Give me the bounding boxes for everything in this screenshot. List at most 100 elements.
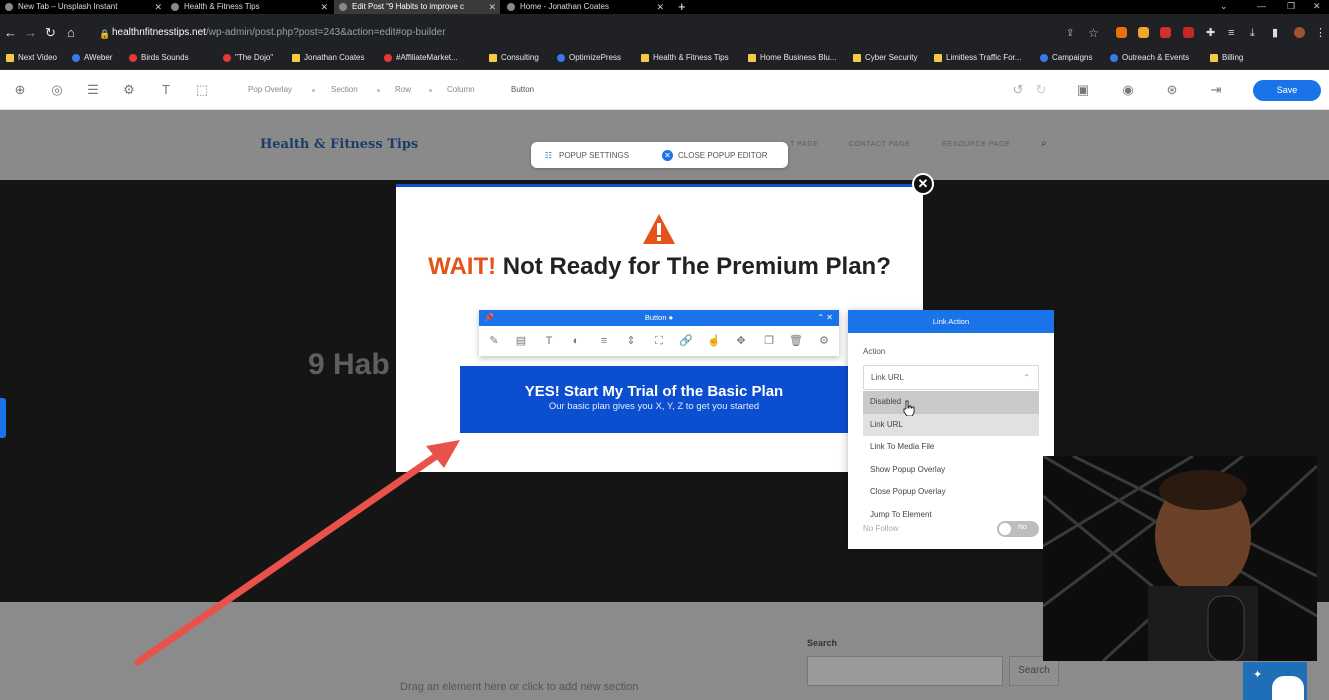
delete-icon[interactable]: 🗑 xyxy=(789,334,803,348)
tab-unsplash[interactable]: New Tab – Unsplash Instant ✕ xyxy=(0,0,166,14)
site-nav-item[interactable]: RESOURCE PAGE xyxy=(942,141,1010,148)
button-element-toolbar: 📌 Button ● ⌃ ✕ ✎ ▤ T ◐ ≡ ⇕ ⛶ 🔗 ☝ ✥ ❐ 🗑 ⚙ xyxy=(479,310,839,356)
extension-icon[interactable] xyxy=(1116,27,1127,38)
align-icon[interactable]: ≡ xyxy=(597,334,611,348)
move-icon[interactable]: ✥ xyxy=(734,334,748,348)
site-info-icon[interactable]: 🔒 xyxy=(99,27,110,41)
share-icon[interactable]: ⇪ xyxy=(1066,27,1074,41)
window-close-icon[interactable]: ✕ xyxy=(1313,0,1321,12)
back-icon[interactable]: ← xyxy=(4,26,17,40)
extension-icon[interactable] xyxy=(1160,27,1171,38)
close-icon[interactable]: ✕ xyxy=(656,0,664,14)
add-element-icon[interactable]: ⊕ xyxy=(12,82,28,98)
reload-icon[interactable]: ↻ xyxy=(45,26,56,40)
magic-wand-icon[interactable]: ✎ xyxy=(487,334,501,348)
image-icon[interactable]: ▤ xyxy=(514,334,528,348)
option-link-url[interactable]: Link URL xyxy=(863,413,1039,436)
close-icon[interactable]: ✕ xyxy=(154,0,162,14)
breadcrumb-column[interactable]: Column xyxy=(447,85,475,95)
bookmark-item[interactable]: Birds Sounds xyxy=(129,52,189,64)
close-popup-editor-button[interactable]: ✕ CLOSE POPUP EDITOR xyxy=(662,150,768,161)
option-link-media[interactable]: Link To Media File xyxy=(863,436,1039,459)
minimize-icon[interactable]: — xyxy=(1257,0,1266,12)
star-icon[interactable]: ☆ xyxy=(1088,26,1099,40)
spacing-icon[interactable]: ⇕ xyxy=(624,334,638,348)
extension-icon[interactable] xyxy=(1183,27,1194,38)
forward-icon[interactable]: → xyxy=(24,26,37,40)
bookmark-item[interactable]: Jonathan Coates xyxy=(292,52,365,64)
option-show-popup[interactable]: Show Popup Overlay xyxy=(863,459,1039,482)
bookmark-item[interactable]: #AffiliateMarket... xyxy=(384,52,458,64)
palette-icon[interactable]: ◐ xyxy=(569,334,583,348)
preview-icon[interactable]: ◉ xyxy=(1120,82,1136,98)
side-panel-tab[interactable] xyxy=(0,398,6,438)
bookmark-item[interactable]: "The Dojo" xyxy=(223,52,273,64)
bookmark-item[interactable]: OptimizePress xyxy=(557,52,621,64)
cta-button[interactable]: YES! Start My Trial of the Basic Plan Ou… xyxy=(460,366,848,433)
bookmark-item[interactable]: Billing xyxy=(1210,52,1243,64)
select-icon[interactable]: ⬚ xyxy=(194,82,210,98)
gear-icon[interactable]: ⚙ xyxy=(121,82,137,98)
close-icon[interactable]: ✕ xyxy=(320,0,328,14)
extension-icon[interactable] xyxy=(1138,27,1149,38)
popup-settings-button[interactable]: ☷ POPUP SETTINGS xyxy=(543,151,629,161)
download-icon[interactable]: ⤓ xyxy=(1250,26,1255,40)
bookmark-item[interactable]: Campaigns xyxy=(1040,52,1092,64)
site-nav-item[interactable]: CONTACT PAGE xyxy=(849,141,910,148)
breadcrumb-section[interactable]: Section xyxy=(331,85,358,95)
menu-icon[interactable]: ⋮ xyxy=(1315,26,1326,40)
button-toolbar-header[interactable]: 📌 Button ● ⌃ ✕ xyxy=(479,310,839,326)
pin-icon[interactable]: 📌 xyxy=(484,310,494,326)
breadcrumb-button[interactable]: Button xyxy=(511,85,534,95)
help-icon[interactable]: ⊛ xyxy=(1164,82,1180,98)
bookmark-item[interactable]: Home Business Blu... xyxy=(748,52,836,64)
puzzle-icon[interactable]: ✚ xyxy=(1206,26,1215,40)
new-tab-button[interactable]: + xyxy=(678,0,686,13)
popup-close-button[interactable]: ✕ xyxy=(912,173,934,195)
link-icon[interactable]: 🔗 xyxy=(679,334,693,348)
profile-avatar[interactable] xyxy=(1294,27,1305,38)
twitter-icon[interactable]: ✦ xyxy=(1253,668,1262,681)
layers-icon[interactable]: ☰ xyxy=(85,82,101,98)
drop-zone-hint[interactable]: Drag an element here or click to add new… xyxy=(400,681,638,693)
bookmark-item[interactable]: Limitless Traffic For... xyxy=(934,52,1021,64)
site-nav-item[interactable]: T PAGE xyxy=(790,141,819,148)
restore-icon[interactable]: ❐ xyxy=(1287,0,1295,12)
tab-jonathan-coates[interactable]: Home - Jonathan Coates ✕ xyxy=(502,0,668,14)
redo-icon[interactable]: ↻ xyxy=(1033,82,1049,98)
side-panel-icon[interactable]: ▮ xyxy=(1272,26,1278,40)
option-disabled[interactable]: Disabled xyxy=(863,391,1039,414)
search-input[interactable] xyxy=(807,656,1003,686)
settings-icon[interactable]: ⚙ xyxy=(817,334,831,348)
chat-widget-icon[interactable] xyxy=(1272,676,1304,700)
breadcrumb-row[interactable]: Row xyxy=(395,85,411,95)
toolbar-window-controls[interactable]: ⌃ ✕ xyxy=(817,310,833,326)
bookmark-item[interactable]: AWeber xyxy=(72,52,112,64)
globe-icon[interactable]: ◎ xyxy=(49,82,65,98)
hover-icon[interactable]: ☝ xyxy=(707,334,721,348)
exit-icon[interactable]: ⇥ xyxy=(1208,82,1224,98)
action-select[interactable]: Link URL ⌃ xyxy=(863,365,1039,390)
responsive-icon[interactable]: ▣ xyxy=(1075,82,1091,98)
duplicate-icon[interactable]: ❐ xyxy=(762,334,776,348)
tab-edit-post[interactable]: Edit Post “9 Habits to improve c ✕ xyxy=(334,0,500,14)
text-icon[interactable]: T xyxy=(542,334,556,348)
close-icon[interactable]: ✕ xyxy=(488,0,496,14)
search-icon[interactable]: ⌕ xyxy=(1041,138,1053,150)
typography-icon[interactable]: T xyxy=(158,82,174,98)
home-icon[interactable]: ⌂ xyxy=(67,26,75,40)
undo-icon[interactable]: ↺ xyxy=(1010,82,1026,98)
bookmark-item[interactable]: Next Video xyxy=(6,52,57,64)
bookmark-item[interactable]: Outreach & Events xyxy=(1110,52,1189,64)
bookmark-item[interactable]: Cyber Security xyxy=(853,52,917,64)
breadcrumb-pop-overlay[interactable]: Pop Overlay xyxy=(248,85,292,95)
bookmark-item[interactable]: Health & Fitness Tips xyxy=(641,52,729,64)
site-logo[interactable]: Health & Fitness Tips xyxy=(260,137,418,152)
save-button[interactable]: Save xyxy=(1253,80,1321,101)
size-icon[interactable]: ⛶ xyxy=(652,334,666,348)
bookmark-item[interactable]: Consulting xyxy=(489,52,539,64)
tab-search-icon[interactable]: ⌄ xyxy=(1220,0,1228,12)
option-close-popup[interactable]: Close Popup Overlay xyxy=(863,481,1039,504)
media-icon[interactable]: ≡ xyxy=(1228,26,1234,40)
tab-health-fitness[interactable]: Health & Fitness Tips ✕ xyxy=(166,0,332,14)
